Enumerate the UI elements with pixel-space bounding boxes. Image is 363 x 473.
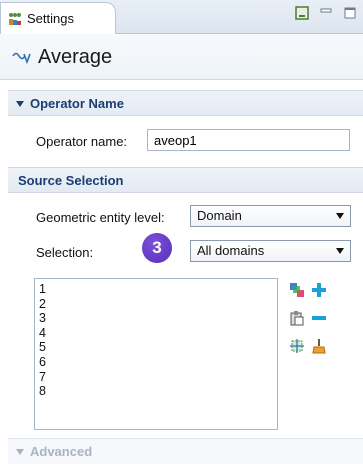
selection-select[interactable]: All domains xyxy=(190,240,351,262)
list-item[interactable]: 6 xyxy=(39,355,273,370)
average-operator-icon xyxy=(12,52,31,64)
help-icon[interactable] xyxy=(295,6,309,20)
section-title: Source Selection xyxy=(18,173,124,188)
maximize-icon[interactable] xyxy=(343,6,357,20)
remove-from-selection-icon[interactable] xyxy=(311,310,327,326)
add-to-selection-icon[interactable] xyxy=(311,282,327,298)
page-title: Average xyxy=(38,46,113,68)
chevron-down-icon xyxy=(336,248,344,254)
selection-value: All domains xyxy=(197,243,265,258)
list-item[interactable]: 4 xyxy=(39,326,273,341)
list-item[interactable]: 5 xyxy=(39,340,273,355)
list-item[interactable]: 2 xyxy=(39,297,273,312)
settings-header: Average xyxy=(0,34,363,80)
section-header-advanced[interactable]: Advanced xyxy=(8,438,363,464)
settings-icon xyxy=(9,13,21,25)
list-item[interactable]: 8 xyxy=(39,384,273,399)
tab-settings[interactable]: Settings xyxy=(0,2,116,34)
chevron-down-icon xyxy=(16,100,24,107)
zoom-to-selection-icon[interactable] xyxy=(289,338,305,354)
operator-name-field[interactable] xyxy=(147,129,350,151)
step-badge: 3 xyxy=(142,233,172,263)
geometric-entity-value: Domain xyxy=(197,208,242,223)
selection-list[interactable]: 1 2 3 4 5 6 7 8 xyxy=(34,278,278,430)
chevron-down-icon xyxy=(16,448,24,455)
minimize-icon[interactable] xyxy=(319,6,333,20)
clear-selection-icon[interactable] xyxy=(311,338,327,354)
list-item[interactable]: 1 xyxy=(39,282,273,297)
chevron-down-icon xyxy=(336,213,344,219)
tab-label: Settings xyxy=(27,11,74,26)
section-header-source-selection[interactable]: Source Selection xyxy=(8,167,363,193)
section-title: Advanced xyxy=(30,444,93,459)
paste-selection-icon[interactable] xyxy=(289,282,305,298)
operator-name-label: Operator name: xyxy=(36,134,128,149)
list-item[interactable]: 7 xyxy=(39,370,273,385)
selection-label: Selection: xyxy=(36,245,94,260)
geometric-entity-label: Geometric entity level: xyxy=(36,210,165,225)
geometric-entity-select[interactable]: Domain xyxy=(190,205,351,227)
tab-bar: Settings xyxy=(0,0,363,34)
section-title: Operator Name xyxy=(30,96,124,111)
copy-icon[interactable] xyxy=(289,310,305,326)
list-item[interactable]: 3 xyxy=(39,311,273,326)
section-header-operator-name[interactable]: Operator Name xyxy=(8,90,363,116)
